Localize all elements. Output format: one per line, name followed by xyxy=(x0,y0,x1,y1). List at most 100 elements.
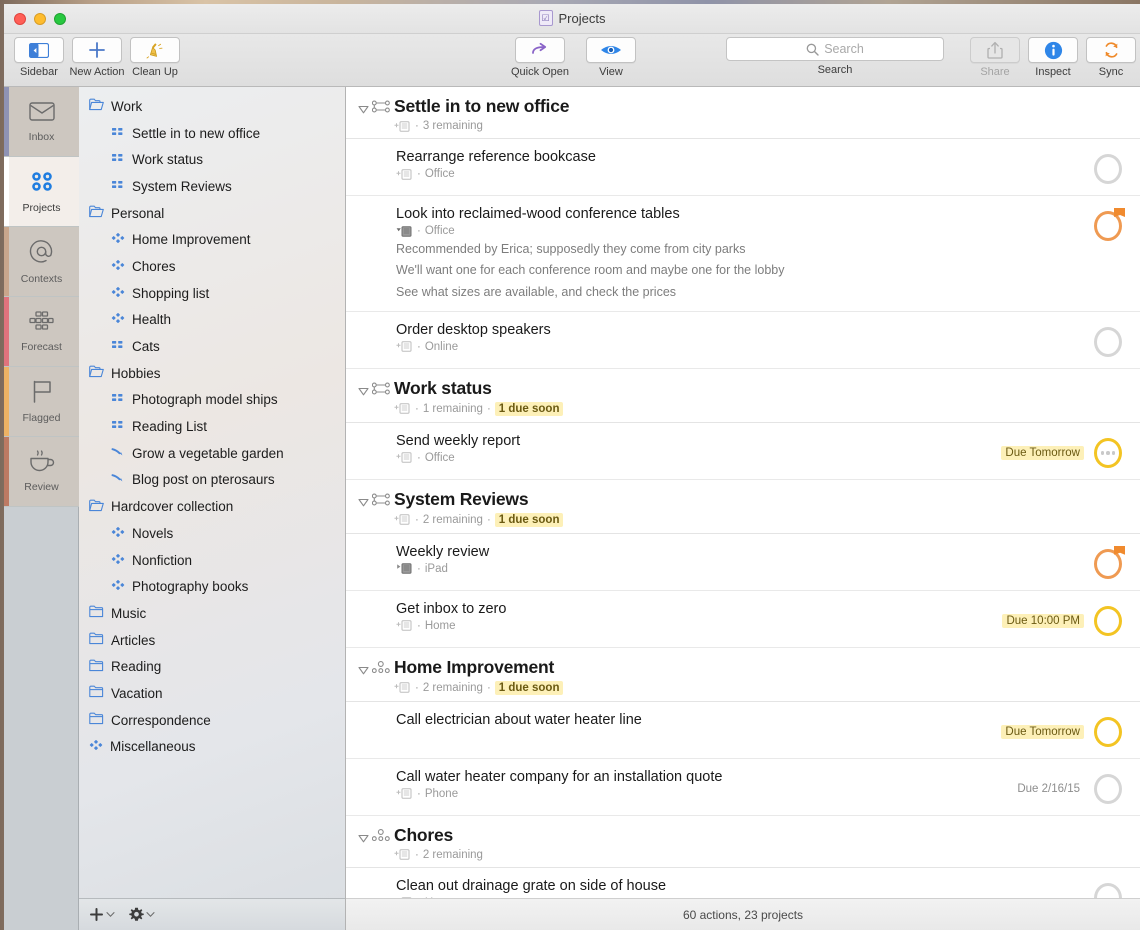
toolbar-quick-open-button[interactable]: Quick Open xyxy=(504,34,576,78)
perspective-item-review[interactable]: Review xyxy=(4,437,79,507)
sidebar-item[interactable]: Personal xyxy=(79,200,345,227)
sidebar-item[interactable]: Novels xyxy=(79,520,345,547)
sidebar-item[interactable]: Photograph model ships xyxy=(79,387,345,414)
sequential-project-icon xyxy=(371,493,394,511)
toolbar-inspect-button[interactable]: Inspect xyxy=(1024,34,1082,78)
perspective-item-contexts[interactable]: Contexts xyxy=(4,227,79,297)
sidebar-icon xyxy=(29,42,49,58)
search-input[interactable]: Search xyxy=(726,37,944,61)
project-group-header[interactable]: Settle in to new office · 3 remaining xyxy=(346,87,1140,139)
sidebar-item[interactable]: Reading List xyxy=(79,413,345,440)
note-indicator-icon[interactable] xyxy=(394,120,411,132)
complete-checkbox[interactable] xyxy=(1092,716,1124,748)
toolbar-sidebar-button[interactable]: Sidebar xyxy=(10,34,68,78)
action-row[interactable]: Weekly review · iPad xyxy=(346,534,1140,591)
sidebar-item[interactable]: Work status xyxy=(79,146,345,173)
add-project-button[interactable] xyxy=(89,907,115,922)
complete-checkbox[interactable] xyxy=(1092,605,1124,637)
disclosure-triangle-icon[interactable] xyxy=(358,101,372,119)
perspective-stripe xyxy=(4,367,9,436)
action-row[interactable]: Send weekly report · Office Due Tomorrow xyxy=(346,423,1140,480)
complete-checkbox[interactable] xyxy=(1092,326,1124,358)
perspective-item-projects[interactable]: Projects xyxy=(4,157,79,227)
note-indicator-icon[interactable] xyxy=(396,225,413,237)
sidebar-item[interactable]: Reading xyxy=(79,653,345,680)
sidebar-item[interactable]: Hobbies xyxy=(79,360,345,387)
note-indicator-icon[interactable] xyxy=(396,620,413,631)
action-row[interactable]: Get inbox to zero · Home Due 10:00 PM xyxy=(346,591,1140,648)
project-meta-separator: · xyxy=(415,681,419,694)
note-indicator-icon[interactable] xyxy=(396,168,413,180)
sidebar-item[interactable]: Shopping list xyxy=(79,280,345,307)
toolbar-clean-up-button[interactable]: Clean Up xyxy=(126,34,184,78)
disclosure-triangle-icon[interactable] xyxy=(358,662,372,680)
note-indicator-icon[interactable] xyxy=(396,452,413,463)
sidebar-item[interactable]: Hardcover collection xyxy=(79,493,345,520)
action-row[interactable]: Call electrician about water heater line… xyxy=(346,702,1140,759)
action-row[interactable]: Look into reclaimed-wood conference tabl… xyxy=(346,196,1140,312)
sequential-project-icon xyxy=(111,179,125,194)
disclosure-triangle-icon[interactable] xyxy=(358,383,372,401)
sidebar-item[interactable]: Correspondence xyxy=(79,707,345,734)
sidebar-item[interactable]: Settle in to new office xyxy=(79,120,345,147)
toolbar-view-button[interactable]: View xyxy=(576,34,646,78)
action-row[interactable]: Rearrange reference bookcase · Office xyxy=(346,139,1140,196)
sidebar-item-label: Shopping list xyxy=(132,285,210,301)
folder-open-icon xyxy=(89,98,104,114)
perspective-item-inbox[interactable]: Inbox xyxy=(4,87,79,157)
note-indicator-icon[interactable] xyxy=(394,514,411,525)
sidebar-item-label: Vacation xyxy=(111,685,163,701)
complete-checkbox[interactable] xyxy=(1092,153,1124,185)
disclosure-triangle-icon[interactable] xyxy=(358,830,372,848)
sidebar-item[interactable]: Nonfiction xyxy=(79,547,345,574)
sidebar-item[interactable]: System Reviews xyxy=(79,173,345,200)
sidebar-item[interactable]: Articles xyxy=(79,627,345,654)
action-row[interactable]: Order desktop speakers · Online xyxy=(346,312,1140,369)
sidebar-item[interactable]: Music xyxy=(79,600,345,627)
project-group-header[interactable]: Home Improvement · 2 remaining · 1 due soon xyxy=(346,648,1140,702)
sidebar-item[interactable]: Home Improvement xyxy=(79,226,345,253)
note-indicator-icon[interactable] xyxy=(396,788,413,799)
sidebar-item[interactable]: Health xyxy=(79,307,345,334)
project-group-header[interactable]: Chores · 2 remaining xyxy=(346,816,1140,868)
single-action-icon xyxy=(111,472,125,487)
project-title: Home Improvement xyxy=(394,656,555,677)
note-indicator-icon[interactable] xyxy=(396,341,413,352)
folder-open-icon xyxy=(89,365,104,378)
sidebar-item[interactable]: Miscellaneous xyxy=(79,734,345,761)
perspective-label: Projects xyxy=(22,201,61,214)
note-indicator-icon[interactable] xyxy=(394,403,411,414)
sidebar-item[interactable]: Photography books xyxy=(79,573,345,600)
sidebar-item-label: Blog post on pterosaurs xyxy=(132,472,275,488)
sidebar-item[interactable]: Vacation xyxy=(79,680,345,707)
sidebar-item[interactable]: Cats xyxy=(79,333,345,360)
note-indicator-icon[interactable] xyxy=(394,682,411,693)
complete-checkbox[interactable] xyxy=(1092,437,1124,469)
perspective-item-forecast[interactable]: Forecast xyxy=(4,297,79,367)
toolbar-search-group: Search Search xyxy=(726,34,944,76)
sidebar-item[interactable]: Blog post on pterosaurs xyxy=(79,467,345,494)
note-indicator-icon[interactable] xyxy=(394,849,411,860)
sidebar-item[interactable]: Chores xyxy=(79,253,345,280)
disclosure-triangle-icon[interactable] xyxy=(358,494,372,512)
project-group-header[interactable]: Work status · 1 remaining · 1 due soon xyxy=(346,369,1140,423)
sidebar-item-label: Health xyxy=(132,312,172,328)
action-meta: · Office xyxy=(396,225,1092,237)
toolbar-share-button[interactable]: Share xyxy=(966,34,1024,78)
project-settings-button[interactable] xyxy=(129,907,155,922)
complete-checkbox[interactable] xyxy=(1092,545,1125,580)
parallel-project-icon xyxy=(111,553,125,568)
coffee-cup-icon xyxy=(28,450,55,477)
complete-checkbox[interactable] xyxy=(1092,773,1124,805)
perspective-item-flagged[interactable]: Flagged xyxy=(4,367,79,437)
action-row[interactable]: Call water heater company for an install… xyxy=(346,759,1140,816)
toolbar-sync-button[interactable]: Sync xyxy=(1082,34,1140,78)
note-indicator-icon[interactable] xyxy=(396,563,413,574)
project-group-header[interactable]: System Reviews · 2 remaining · 1 due soon xyxy=(346,480,1140,534)
project-title: System Reviews xyxy=(394,488,529,509)
complete-checkbox[interactable] xyxy=(1092,208,1125,242)
toolbar-new-action-button[interactable]: New Action xyxy=(68,34,126,78)
sidebar-item[interactable]: Work xyxy=(79,93,345,120)
window-title: ☑ Projects xyxy=(4,10,1140,26)
sidebar-item[interactable]: Grow a vegetable garden xyxy=(79,440,345,467)
